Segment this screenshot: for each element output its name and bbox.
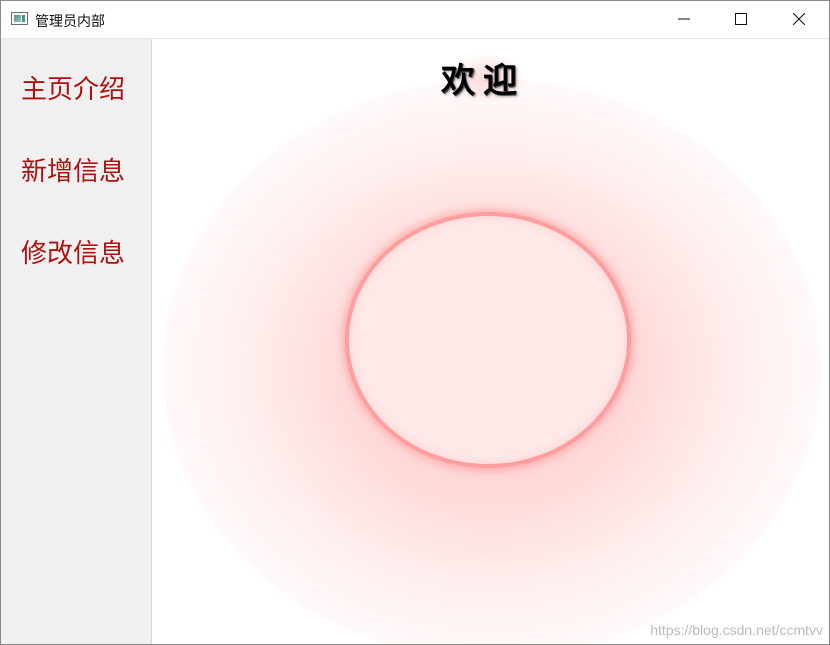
minimize-icon — [678, 18, 690, 20]
main-content: 欢迎 https://blog.csdn.net/ccmtvv — [152, 39, 829, 644]
close-icon — [793, 13, 805, 25]
minimize-button[interactable] — [655, 1, 713, 38]
window-title: 管理员内部 — [35, 14, 105, 30]
sidebar: 主页介绍 新增信息 修改信息 — [1, 39, 152, 644]
welcome-heading: 欢迎 — [441, 61, 525, 101]
sidebar-item-add-info[interactable]: 新增信息 — [21, 151, 125, 188]
sidebar-item-home-intro[interactable]: 主页介绍 — [21, 69, 125, 106]
title-bar[interactable]: 管理员内部 — [1, 1, 829, 39]
maximize-icon — [735, 13, 747, 25]
sidebar-item-edit-info[interactable]: 修改信息 — [21, 233, 125, 270]
app-window: 管理员内部 主页介绍 新增信息 修改信息 欢迎 https://blog.csd… — [0, 0, 830, 645]
watermark: https://blog.csdn.net/ccmtvv — [650, 622, 823, 638]
close-button[interactable] — [770, 1, 828, 38]
glow-ring — [345, 212, 631, 468]
app-icon — [11, 12, 28, 25]
maximize-button[interactable] — [712, 1, 770, 38]
